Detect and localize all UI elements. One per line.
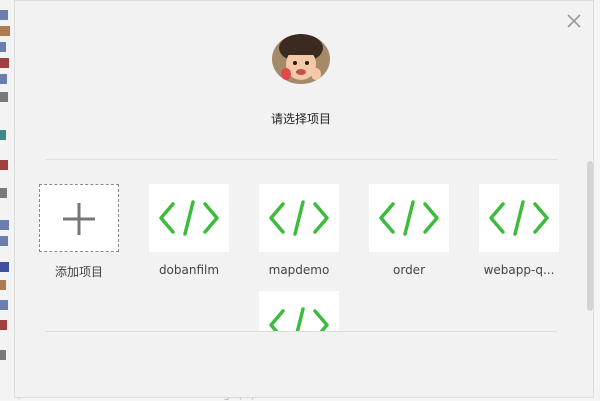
code-line xyxy=(0,280,6,290)
divider xyxy=(45,331,557,332)
code-line xyxy=(0,320,7,330)
project-tile-mapdemo[interactable] xyxy=(259,184,339,252)
code-line xyxy=(0,10,8,20)
code-icon xyxy=(379,200,439,236)
project-label: order xyxy=(393,263,425,277)
project-select-dialog: 请选择项目 添加项目 dobanfilm mapdemo order webap… xyxy=(14,0,594,398)
code-line xyxy=(0,92,8,102)
project-tile-webapp[interactable] xyxy=(479,184,559,252)
add-project-label: 添加项目 xyxy=(54,265,103,279)
code-line xyxy=(0,58,9,68)
close-icon[interactable] xyxy=(565,12,583,30)
code-icon xyxy=(489,200,549,236)
code-line xyxy=(0,236,8,246)
code-line xyxy=(0,188,7,198)
plus-icon xyxy=(63,203,95,235)
code-icon xyxy=(269,307,329,331)
project-label: webapp-q... xyxy=(483,263,555,277)
code-line xyxy=(0,74,7,84)
code-line xyxy=(0,42,6,52)
code-line xyxy=(0,262,9,272)
avatar[interactable] xyxy=(272,34,330,84)
project-tile-dobanfilm[interactable] xyxy=(149,184,229,252)
code-icon xyxy=(159,200,219,236)
code-line xyxy=(0,220,9,230)
scrollbar[interactable] xyxy=(587,161,593,311)
code-line xyxy=(0,130,6,140)
code-line xyxy=(0,26,10,36)
background-editor xyxy=(0,0,14,400)
code-line xyxy=(0,300,8,310)
code-line xyxy=(0,350,6,360)
project-tile-5[interactable] xyxy=(259,291,339,331)
add-project-button[interactable] xyxy=(39,184,119,252)
dialog-title: 请选择项目 xyxy=(270,112,331,126)
project-label: mapdemo xyxy=(268,263,330,277)
code-icon xyxy=(269,200,329,236)
project-tile-order[interactable] xyxy=(369,184,449,252)
project-label: dobanfilm xyxy=(158,263,220,277)
code-line xyxy=(0,160,8,170)
divider xyxy=(45,159,557,160)
